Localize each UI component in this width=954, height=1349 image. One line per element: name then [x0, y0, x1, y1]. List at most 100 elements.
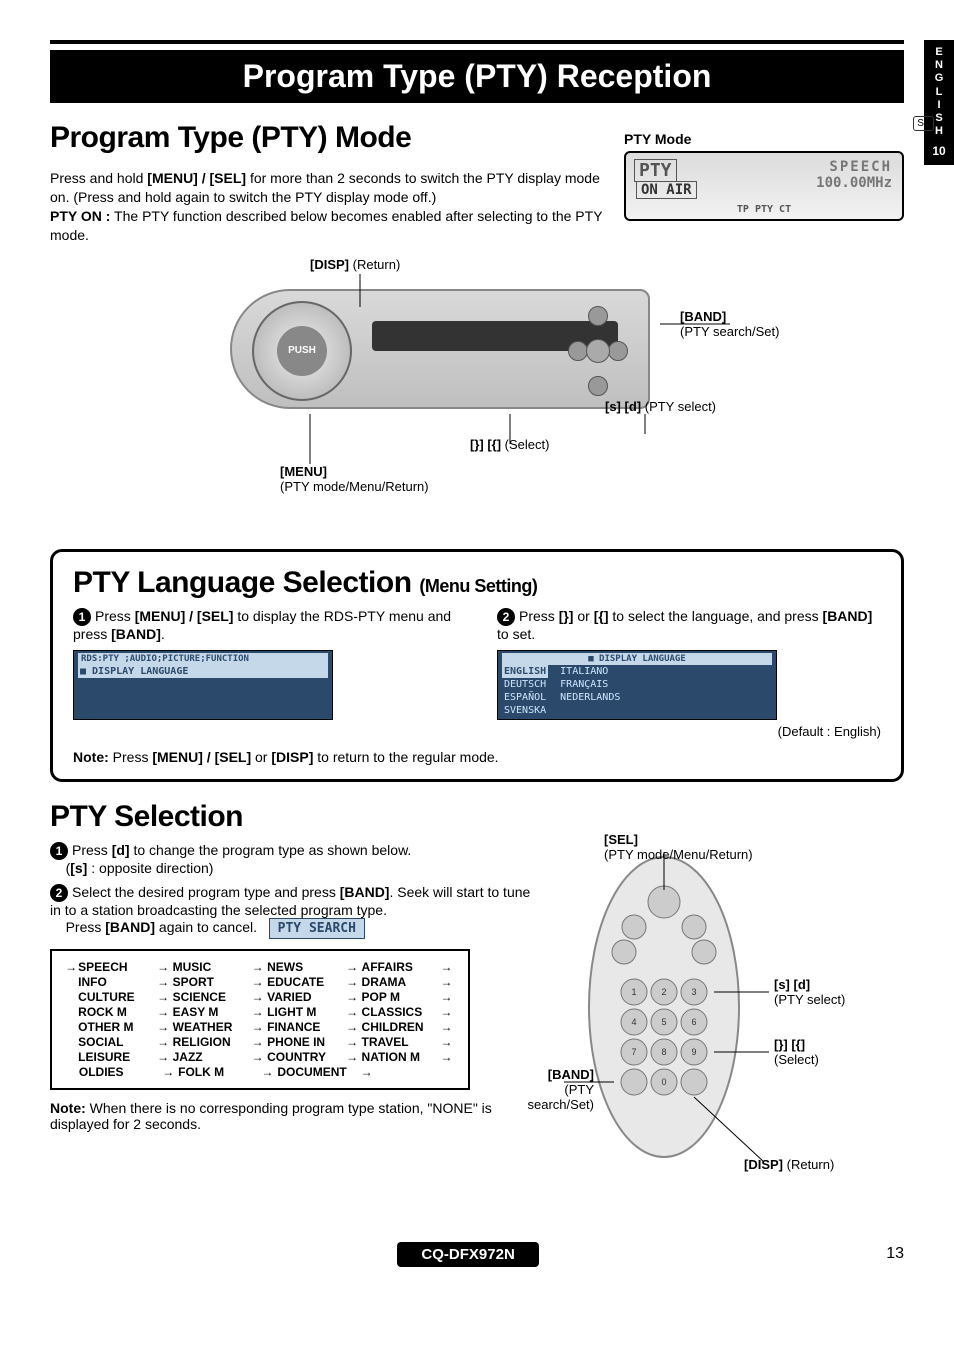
- pty-cell: CULTURE: [78, 990, 154, 1004]
- right-button-cluster: [568, 306, 628, 396]
- pty-cell: LIGHT M: [267, 1005, 343, 1019]
- sel-heading: PTY Selection: [50, 800, 904, 834]
- svg-text:3: 3: [691, 987, 696, 997]
- sel-step-2-icon: 2: [50, 884, 68, 902]
- menu1-item: ■ DISPLAY LANGUAGE: [78, 665, 328, 678]
- pty-row: ROCK M→EASY M→LIGHT M→CLASSICS→: [64, 1005, 456, 1019]
- mode-heading: Program Type (PTY) Mode: [50, 121, 604, 155]
- arrow-icon: →: [248, 960, 267, 974]
- rc-lr-key: [s] [d]: [774, 977, 810, 992]
- arrow-icon: →: [437, 990, 456, 1004]
- head-unit: PUSH: [230, 289, 650, 409]
- sn-label: Note:: [50, 1100, 86, 1116]
- ne: to return to the regular mode.: [313, 749, 498, 765]
- lcd-bottom: TP PTY CT: [737, 204, 791, 215]
- page-group: 10: [924, 144, 954, 158]
- ss2d: again to cancel.: [155, 919, 257, 935]
- remote-illustration: 123 456 789 0 [SEL] (PTY mode/Menu/Retur…: [544, 842, 904, 1222]
- rc-lr: [s] [d] (PTY select): [774, 977, 845, 1007]
- push-label: PUSH: [277, 326, 327, 376]
- step-1-icon: 1: [73, 608, 91, 626]
- head-unit-illustration: PUSH [DISP] (Return) [BAND] (PTY search/…: [50, 269, 904, 529]
- pty-cell: MUSIC: [173, 960, 249, 974]
- arrow-icon: →: [343, 1050, 362, 1064]
- ss2k: [BAND]: [340, 884, 390, 900]
- pty-row: INFO→SPORT→EDUCATE→DRAMA→: [64, 975, 456, 989]
- pty-row: CULTURE→SCIENCE→VARIED→POP M→: [64, 990, 456, 1004]
- pty-cell: WEATHER: [173, 1020, 249, 1034]
- pty-cell: AFFAIRS: [362, 960, 438, 974]
- arrow-icon: →: [248, 1050, 267, 1064]
- lang-step-1: 1Press [MENU] / [SEL] to display the RDS…: [73, 608, 457, 739]
- rc-sel-sub: (PTY mode/Menu/Return): [604, 847, 753, 862]
- pty-cell: SOCIAL: [78, 1035, 154, 1049]
- arrow-icon: →: [64, 960, 78, 974]
- menu-screenshot-2: ■ DISPLAY LANGUAGE ENGLISH DEUTSCH ESPAÑ…: [497, 650, 777, 720]
- pty-row: →SPEECH→MUSIC→NEWS→AFFAIRS→: [64, 960, 456, 974]
- pty-row: OTHER M→WEATHER→FINANCE→CHILDREN→: [64, 1020, 456, 1034]
- pty-cell: DRAMA: [362, 975, 438, 989]
- svg-text:7: 7: [631, 1047, 636, 1057]
- svg-text:4: 4: [631, 1017, 636, 1027]
- nk1: [MENU] / [SEL]: [152, 749, 251, 765]
- arrow-icon: →: [343, 1005, 362, 1019]
- arrow-icon: →: [154, 1035, 173, 1049]
- pty-cell: OTHER M: [78, 1020, 154, 1034]
- pty-cell: CHILDREN: [362, 1020, 438, 1034]
- lcd-screenshot: PTY SPEECH 100.00MHz ON AIR TP PTY CT: [624, 151, 904, 221]
- s2k1: [}]: [559, 608, 574, 624]
- down-button: [588, 376, 608, 396]
- menu1-header: RDS:PTY ;AUDIO;PICTURE;FUNCTION: [78, 653, 328, 665]
- pty-cell: SCIENCE: [173, 990, 249, 1004]
- key-lr: [s] [d]: [605, 399, 641, 414]
- ss1a: Press: [72, 842, 112, 858]
- callout-updown: [}] [{] (Select): [470, 437, 549, 452]
- remote-svg: 123 456 789 0: [554, 852, 774, 1172]
- s2b: to select the language, and press: [608, 608, 822, 624]
- pty-cell: SPEECH: [78, 960, 154, 974]
- top-rule: [50, 40, 904, 44]
- callout-disp: [DISP] (Return): [310, 257, 400, 272]
- pty-cell: NEWS: [267, 960, 343, 974]
- sn-text: When there is no corresponding program t…: [50, 1100, 492, 1132]
- arrow-icon: →: [154, 1020, 173, 1034]
- pty-cell: POP M: [362, 990, 438, 1004]
- key-disp: [DISP]: [310, 257, 349, 272]
- arrow-icon: →: [154, 960, 173, 974]
- sel-step-1: 1Press [d] to change the program type as…: [50, 842, 534, 876]
- disp-sub: (Return): [353, 257, 401, 272]
- model-number: CQ-DFX972N: [397, 1242, 538, 1267]
- nor: or: [251, 749, 271, 765]
- rc-ud-sub: (Select): [774, 1052, 819, 1067]
- ss2a: Select the desired program type and pres…: [72, 884, 340, 900]
- lang-heading-sub: (Menu Setting): [419, 576, 537, 596]
- rc-disp: [DISP] (Return): [744, 1157, 834, 1172]
- pty-cell: VARIED: [267, 990, 343, 1004]
- svg-text:2: 2: [661, 987, 666, 997]
- callout-band: [BAND] (PTY search/Set): [680, 309, 779, 339]
- arrow-icon: →: [154, 975, 173, 989]
- pty-cell: EDUCATE: [267, 975, 343, 989]
- svg-text:8: 8: [661, 1047, 666, 1057]
- lang-heading: PTY Language Selection: [73, 566, 412, 599]
- stereo-icon: ST: [913, 116, 934, 131]
- arrow-icon: →: [437, 1050, 456, 1064]
- pty-row: OLDIES→FOLK M→DOCUMENT→: [64, 1065, 456, 1079]
- pty-cell: INFO: [78, 975, 154, 989]
- key-ud: [}] [{]: [470, 437, 501, 452]
- arrow-icon: →: [248, 1035, 267, 1049]
- ss2k2: [BAND]: [105, 919, 155, 935]
- step-2-icon: 2: [497, 608, 515, 626]
- pty-cell: ROCK M: [78, 1005, 154, 1019]
- ss1st: : opposite direction): [87, 860, 213, 876]
- lang-note: Note: Press [MENU] / [SEL] or [DISP] to …: [73, 749, 881, 765]
- lcd-freq: 100.00MHz: [816, 175, 892, 191]
- band-button: [586, 339, 610, 363]
- arrow-icon: →: [357, 1065, 377, 1079]
- rc-disp-sub: (Return): [787, 1157, 835, 1172]
- pty-cell: SPORT: [173, 975, 249, 989]
- pty-cell: NATION M: [362, 1050, 438, 1064]
- svg-text:6: 6: [691, 1017, 696, 1027]
- key-band: [BAND]: [680, 309, 726, 324]
- s2a: Press: [519, 608, 559, 624]
